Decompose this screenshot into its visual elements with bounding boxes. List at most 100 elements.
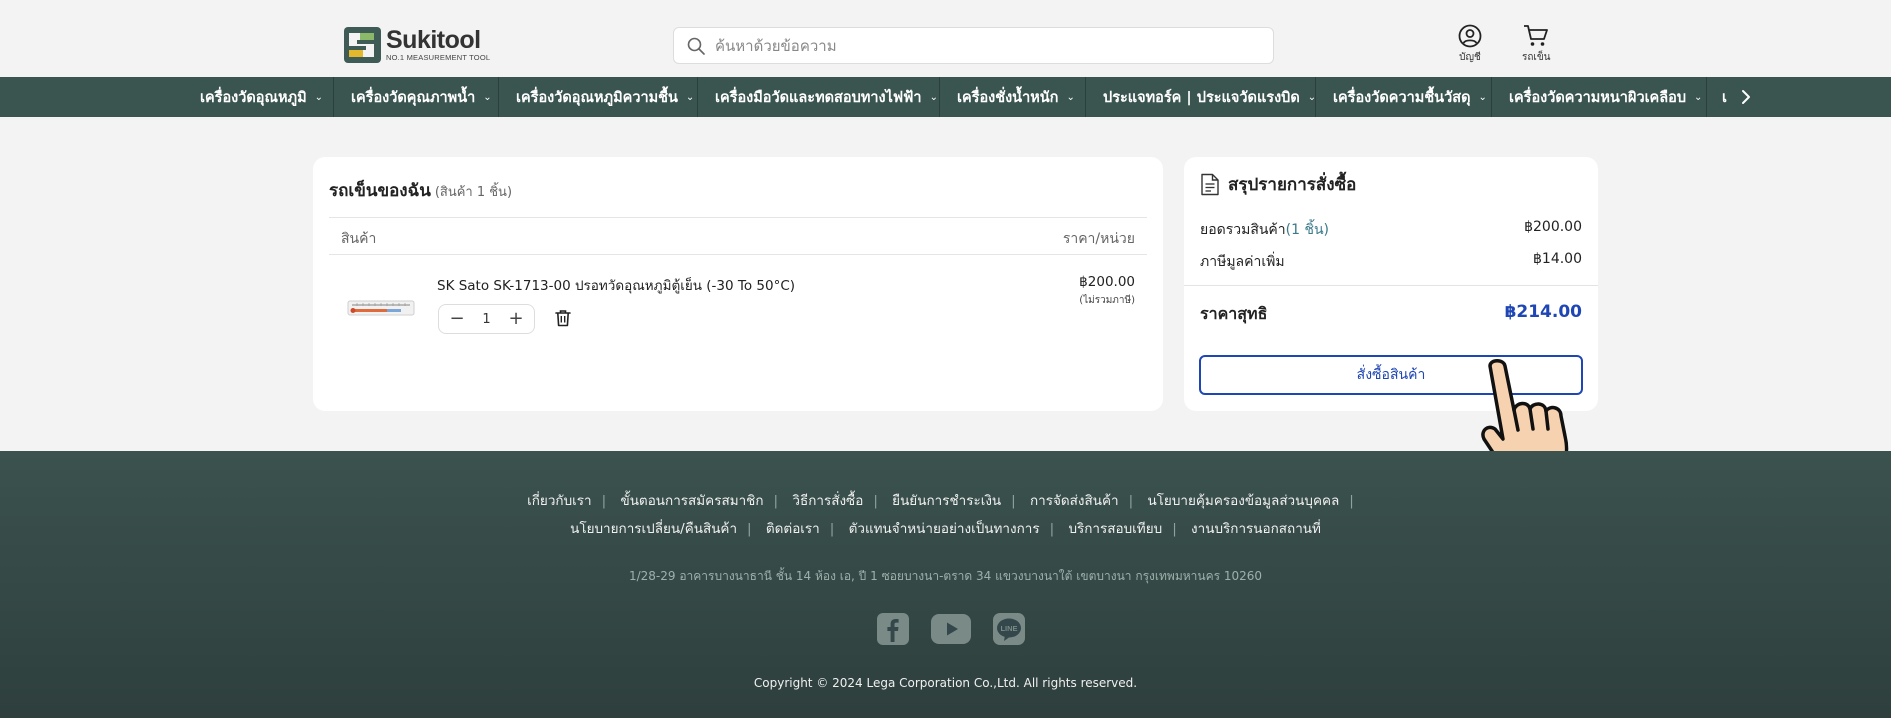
subtotal-label: ยอดรวมสินค้า <box>1200 222 1286 238</box>
cart-title-text: รถเข็นของฉัน <box>329 181 431 201</box>
account-label: บัญชี <box>1459 52 1481 63</box>
nav-item-label: เ <box>1722 89 1727 106</box>
summary-subtotal-row: ยอดรวมสินค้า(1 ชิ้น) ฿200.00 <box>1200 219 1582 241</box>
vat-value: ฿14.00 <box>1533 251 1582 267</box>
product-thermometer-image[interactable] <box>345 290 417 328</box>
cart-button[interactable]: รถเข็น <box>1522 24 1551 65</box>
nav-divider <box>1085 77 1086 117</box>
cart-item-count: (สินค้า 1 ชิ้น) <box>434 185 513 200</box>
cart-icon <box>1524 25 1549 46</box>
subtotal-count: (1 ชิ้น) <box>1285 222 1330 238</box>
item-price: ฿200.00 (ไม่รวมภาษี) <box>1079 274 1135 308</box>
chevron-down-icon: ⌄ <box>1478 91 1487 103</box>
svg-text:LINE: LINE <box>1000 624 1017 633</box>
nav-item-partial[interactable]: เ <box>1722 77 1732 117</box>
footer-link-how-to-order[interactable]: วิธีการสั่งซื้อ <box>792 493 863 509</box>
footer-link-onsite-service[interactable]: งานบริการนอกสถานที่ <box>1191 521 1321 537</box>
footer-link-register[interactable]: ขั้นตอนการสมัครสมาชิก <box>620 493 763 509</box>
nav-divider <box>1706 77 1707 117</box>
quantity-value[interactable]: 1 <box>482 312 490 327</box>
footer-link-shipping[interactable]: การจัดส่งสินค้า <box>1030 493 1119 509</box>
summary-title-text: สรุปรายการสั่งซื้อ <box>1228 175 1357 195</box>
nav-item-electrical[interactable]: เครื่องมือวัดและทดสอบทางไฟฟ้า ⌄ <box>715 77 938 117</box>
nav-item-label: เครื่องวัดความหนาผิวเคลือบ <box>1509 89 1687 106</box>
footer-link-privacy[interactable]: นโยบายคุ้มครองข้อมูลส่วนบุคคล <box>1147 493 1339 509</box>
logo-tagline: NO.1 MEASUREMENT TOOL <box>386 53 491 62</box>
total-value: ฿214.00 <box>1504 302 1582 322</box>
site-header: Sukitool NO.1 MEASUREMENT TOOL บัญชี รถเ… <box>0 0 1891 77</box>
cart-label: รถเข็น <box>1522 52 1551 63</box>
footer-link-contact[interactable]: ติดต่อเรา <box>766 521 820 537</box>
category-nav: เครื่องวัดอุณหภูมิ ⌄ เครื่องวัดคุณภาพน้ำ ⌄… <box>0 77 1891 117</box>
facebook-icon[interactable] <box>877 613 909 649</box>
search-icon <box>687 37 705 55</box>
nav-item-scales[interactable]: เครื่องชั่งน้ำหนัก ⌄ <box>957 77 1075 117</box>
summary-vat-row: ภาษีมูลค่าเพิ่ม ฿14.00 <box>1200 251 1582 273</box>
nav-item-label: เครื่องวัดอุณหภูมิความชื้น <box>516 89 678 106</box>
site-logo[interactable]: Sukitool NO.1 MEASUREMENT TOOL <box>344 26 494 64</box>
nav-item-label: เครื่องวัดอุณหภูมิ <box>200 89 307 106</box>
summary-total-row: ราคาสุทธิ ฿214.00 <box>1200 302 1582 327</box>
nav-item-thermometer[interactable]: เครื่องวัดอุณหภูมิ ⌄ <box>200 77 323 117</box>
nav-item-torque-wrench[interactable]: ประแจทอร์ค | ประแจวัดแรงบิด ⌄ <box>1103 77 1316 117</box>
chevron-down-icon: ⌄ <box>1066 91 1075 103</box>
user-icon <box>1458 24 1482 48</box>
nav-scroll-next-button[interactable] <box>1733 77 1759 117</box>
item-unit-price: ฿200.00 <box>1079 274 1135 290</box>
increase-quantity-button[interactable]: + <box>508 310 524 328</box>
column-unit-price: ราคา/หน่วย <box>1062 231 1135 247</box>
cart-table-header: สินค้า ราคา/หน่วย <box>329 217 1147 255</box>
nav-divider <box>1315 77 1316 117</box>
footer-social-links: LINE <box>877 613 1025 649</box>
nav-item-water-quality[interactable]: เครื่องวัดคุณภาพน้ำ ⌄ <box>351 77 492 117</box>
nav-item-label: เครื่องชั่งน้ำหนัก <box>957 89 1059 106</box>
footer-links-row-2: นโยบายการเปลี่ยน/คืนสินค้า | ติดต่อเรา | ต… <box>570 521 1321 537</box>
account-button[interactable]: บัญชี <box>1458 24 1482 65</box>
chevron-right-icon <box>1742 90 1750 104</box>
total-label: ราคาสุทธิ <box>1200 304 1268 323</box>
nav-item-humidity[interactable]: เครื่องวัดอุณหภูมิความชื้น ⌄ <box>516 77 694 117</box>
nav-divider <box>498 77 499 117</box>
footer-link-about[interactable]: เกี่ยวกับเรา <box>527 493 591 509</box>
footer-address: 1/28-29 อาคารบางนาธานี ชั้น 14 ห้อง เอ, … <box>628 569 1263 583</box>
cart-card: รถเข็นของฉัน (สินค้า 1 ชิ้น) สินค้า ราคา/… <box>313 157 1163 411</box>
nav-item-coating-thickness[interactable]: เครื่องวัดความหนาผิวเคลือบ ⌄ <box>1509 77 1702 117</box>
footer-link-dealers[interactable]: ตัวแทนจำหน่ายอย่างเป็นทางการ <box>849 521 1040 537</box>
document-icon <box>1201 173 1219 196</box>
chevron-down-icon: ⌄ <box>929 91 938 103</box>
footer-links-row-1: เกี่ยวกับเรา | ขั้นตอนการสมัครสมาชิก | วิธ… <box>527 493 1354 509</box>
nav-divider <box>333 77 334 117</box>
remove-item-button[interactable] <box>555 309 571 331</box>
nav-divider <box>939 77 940 117</box>
trash-icon <box>555 310 571 327</box>
nav-item-label: เครื่องวัดคุณภาพน้ำ <box>351 89 476 106</box>
site-footer: เกี่ยวกับเรา | ขั้นตอนการสมัครสมาชิก | วิธ… <box>0 451 1891 718</box>
quantity-stepper: − 1 + <box>438 304 535 334</box>
chevron-down-icon: ⌄ <box>314 91 324 103</box>
item-price-note: (ไม่รวมภาษี) <box>1079 295 1135 306</box>
nav-item-moisture[interactable]: เครื่องวัดความชื้นวัสดุ ⌄ <box>1333 77 1487 117</box>
search-input[interactable] <box>715 36 1255 55</box>
logo-mark-icon <box>344 27 381 63</box>
summary-title: สรุปรายการสั่งซื้อ <box>1200 171 1356 198</box>
decrease-quantity-button[interactable]: − <box>449 310 465 328</box>
footer-link-returns[interactable]: นโยบายการเปลี่ยน/คืนสินค้า <box>570 521 737 537</box>
column-product: สินค้า <box>341 231 377 247</box>
chevron-down-icon: ⌄ <box>1694 91 1703 103</box>
nav-divider <box>1491 77 1492 117</box>
youtube-icon[interactable] <box>931 614 971 648</box>
product-name-link[interactable]: SK Sato SK-1713-00 ปรอทวัดอุณหภูมิตู้เย็… <box>437 274 795 296</box>
chevron-down-icon: ⌄ <box>685 91 695 103</box>
cart-title: รถเข็นของฉัน (สินค้า 1 ชิ้น) <box>329 177 512 204</box>
nav-item-label: เครื่องวัดความชื้นวัสดุ <box>1333 89 1471 106</box>
footer-link-payment[interactable]: ยืนยันการชำระเงิน <box>892 493 1001 509</box>
footer-link-calibration[interactable]: บริการสอบเทียบ <box>1068 521 1162 537</box>
logo-name: Sukitool <box>386 26 481 54</box>
line-icon[interactable]: LINE <box>993 613 1025 649</box>
nav-item-label: ประแจทอร์ค | ประแจวัดแรงบิด <box>1103 89 1300 106</box>
nav-item-label: เครื่องมือวัดและทดสอบทางไฟฟ้า <box>715 89 922 106</box>
subtotal-value: ฿200.00 <box>1524 219 1582 235</box>
search-bar[interactable] <box>673 27 1274 64</box>
chevron-down-icon: ⌄ <box>483 91 492 103</box>
nav-divider <box>697 77 698 117</box>
